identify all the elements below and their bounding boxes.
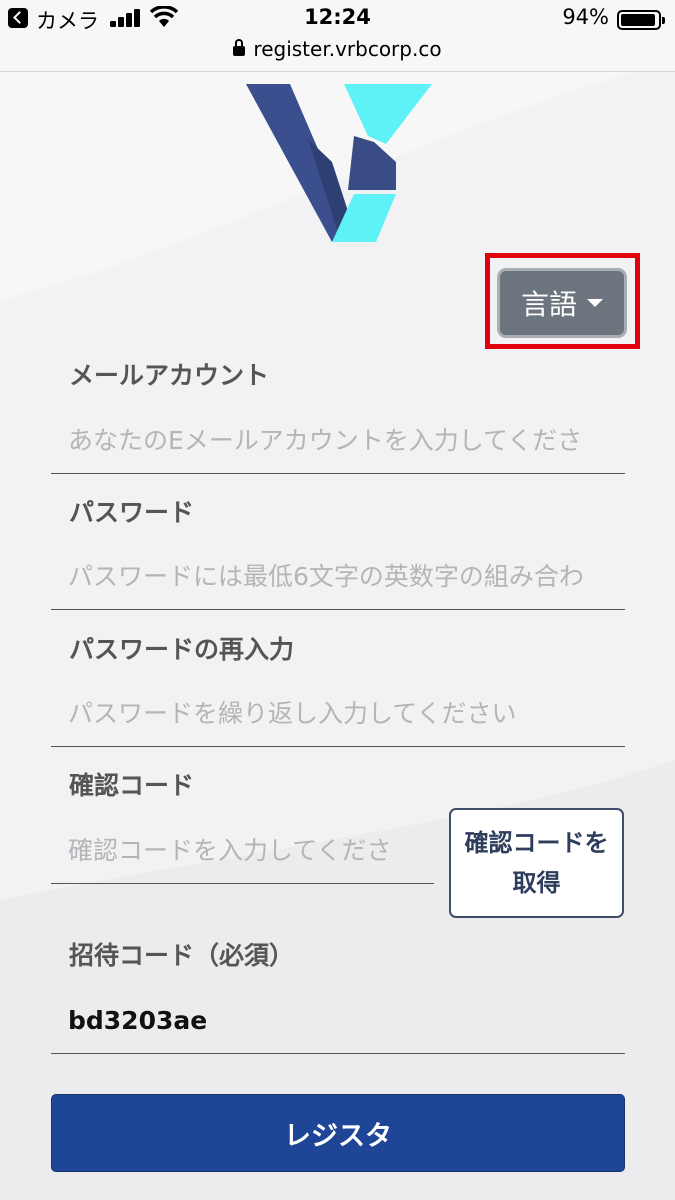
verification-code-label: 確認コード bbox=[69, 771, 195, 800]
battery-percent: 94% bbox=[562, 5, 609, 29]
email-input[interactable] bbox=[51, 408, 625, 474]
email-label: メールアカウント bbox=[69, 361, 270, 390]
vrb-logo bbox=[246, 84, 432, 242]
register-button[interactable]: レジスタ bbox=[51, 1094, 625, 1172]
verification-code-input[interactable] bbox=[51, 818, 434, 884]
invite-code-label: 招待コード（必須） bbox=[69, 941, 295, 970]
url-text[interactable]: register.vrbcorp.co bbox=[253, 36, 441, 62]
invite-code-input[interactable] bbox=[51, 988, 625, 1054]
caret-down-icon bbox=[587, 299, 603, 307]
password-input[interactable] bbox=[51, 544, 625, 610]
password-confirm-input[interactable] bbox=[51, 681, 625, 747]
status-bar: カメラ 12:24 94% bbox=[0, 0, 675, 36]
battery-icon bbox=[617, 10, 665, 30]
password-label: パスワード bbox=[69, 498, 195, 527]
get-verification-code-button[interactable]: 確認コードを取得 bbox=[449, 808, 624, 918]
password-confirm-label: パスワードの再入力 bbox=[69, 635, 295, 664]
lock-icon bbox=[233, 39, 246, 56]
url-bar[interactable]: register.vrbcorp.co bbox=[0, 36, 675, 72]
language-button-label: 言語 bbox=[520, 288, 577, 321]
language-dropdown-button[interactable]: 言語 bbox=[497, 268, 627, 338]
